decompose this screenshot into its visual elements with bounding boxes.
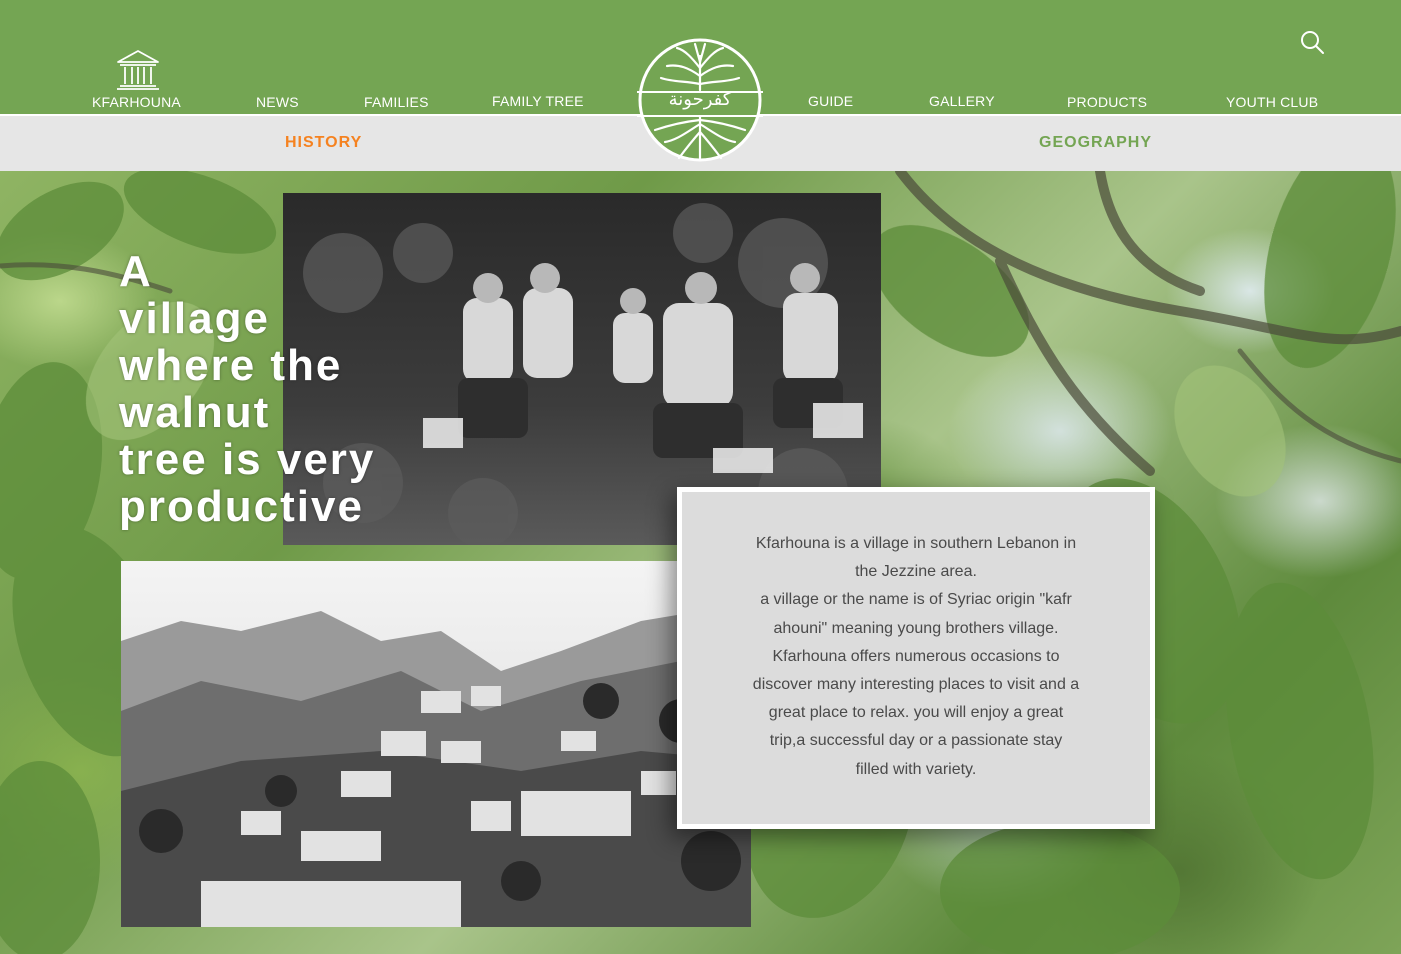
headline-line: where the — [119, 341, 343, 390]
description-line: ahouni" meaning young brothers village. — [773, 619, 1059, 637]
village-description-card: Kfarhouna is a village in southern Leban… — [677, 487, 1155, 829]
nav-item-families[interactable]: FAMILIES — [364, 94, 429, 110]
nav-item-family-tree[interactable]: FAMILY TREE — [492, 93, 584, 109]
nav-item-guide[interactable]: GUIDE — [808, 93, 853, 109]
logo-arabic-text: كفرحونة — [668, 89, 732, 110]
subnav-geography-link[interactable]: GEOGRAPHY — [1039, 134, 1152, 152]
kfarhouna-logo[interactable]: كفرحونة — [637, 26, 763, 174]
description-line: trip,a successful day or a passionate st… — [769, 732, 1063, 750]
subnav-history-link[interactable]: HISTORY — [285, 134, 362, 152]
village-photo-illustration — [121, 561, 751, 927]
description-line: the Jezzine area. — [855, 563, 977, 581]
nav-item-news[interactable]: NEWS — [256, 94, 299, 110]
description-line: great place to relax. you will enjoy a g… — [768, 704, 1064, 722]
description-line: discover many interesting places to visi… — [752, 676, 1080, 694]
description-line: filled with variety. — [855, 760, 977, 778]
nav-item-products[interactable]: PRODUCTS — [1067, 94, 1147, 110]
nav-item-gallery[interactable]: GALLERY — [929, 93, 995, 109]
museum-building-icon[interactable] — [115, 49, 161, 91]
headline-line: productive — [119, 482, 364, 531]
headline-line: village — [119, 294, 270, 343]
nav-home-kfarhouna[interactable]: KFARHOUNA — [92, 94, 181, 110]
historic-photo-village-landscape — [121, 561, 751, 927]
headline-line: walnut — [119, 388, 271, 437]
search-icon[interactable] — [1299, 29, 1325, 55]
hero-headline: A village where the walnut tree is very … — [119, 248, 439, 530]
description-line: a village or the name is of Syriac origi… — [760, 591, 1072, 609]
description-line: Kfarhouna offers numerous occasions to — [772, 647, 1060, 665]
headline-line: tree is very — [119, 435, 376, 484]
village-description-content: Kfarhouna is a village in southern Leban… — [682, 492, 1150, 824]
description-line: Kfarhouna is a village in southern Leban… — [755, 535, 1077, 552]
nav-item-youth-club[interactable]: YOUTH CLUB — [1226, 94, 1318, 110]
headline-line: A — [119, 247, 153, 296]
